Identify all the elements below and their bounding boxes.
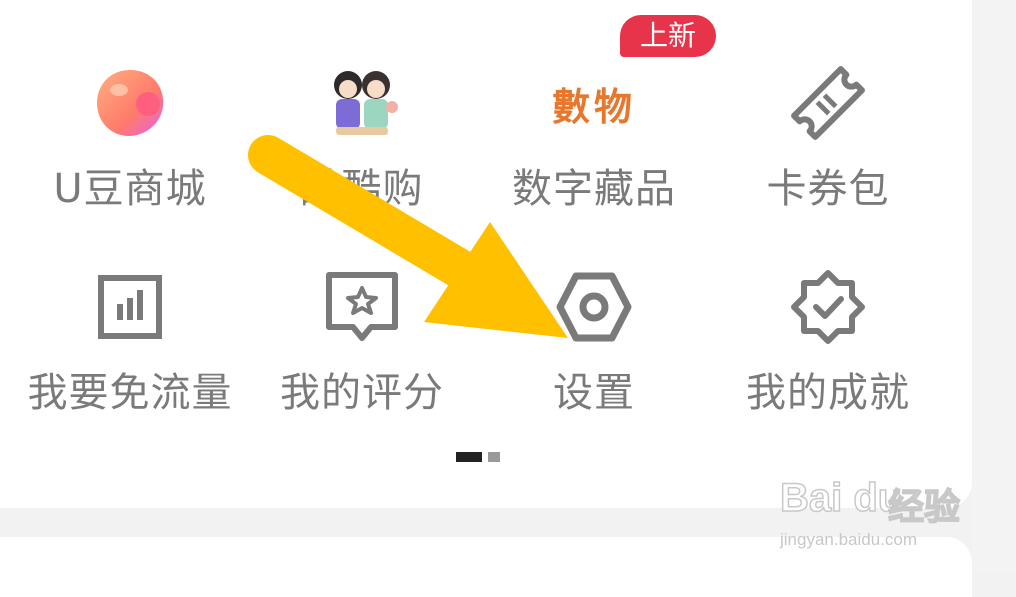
- page-dot[interactable]: [488, 452, 500, 462]
- grid-item-label: 设置: [553, 370, 635, 416]
- grid-item-udou-mall[interactable]: U豆商城: [10, 58, 250, 248]
- grid-item-achievements[interactable]: 我的成就: [708, 262, 948, 452]
- orange-bean-icon: [85, 58, 175, 148]
- grid-item-settings[interactable]: 设置: [474, 262, 714, 452]
- shuwu-logo-icon: 數物: [539, 58, 649, 148]
- grid-item-digital-collectibles[interactable]: 數物 数字藏品: [474, 58, 714, 248]
- hex-settings-icon: [549, 262, 639, 352]
- watermark-brand: Bai du: [779, 475, 903, 521]
- grid-item-label: 数字藏品: [512, 166, 676, 212]
- bar-chart-icon: [85, 262, 175, 352]
- menu-card: 上新 U豆商城 酷酷购 數物 数字藏品 卡券包 我要免流量 我的评分 设置 我的…: [0, 0, 972, 508]
- grid-item-label: 我的成就: [746, 370, 910, 416]
- new-badge: 上新: [620, 15, 716, 57]
- ticket-icon: [783, 58, 873, 148]
- watermark-url: jingyan.baidu.com: [780, 530, 918, 549]
- shuwu-logo-text: 數物: [551, 84, 636, 129]
- page-dot-active[interactable]: [456, 452, 482, 462]
- grid-item-label: 酷酷购: [300, 166, 424, 212]
- grid-item-label: U豆商城: [53, 166, 207, 212]
- watermark-cn: 经验: [887, 486, 961, 529]
- grid-item-card-voucher[interactable]: 卡券包: [708, 58, 948, 248]
- achievement-badge-icon: [783, 262, 873, 352]
- grid-item-my-rating[interactable]: 我的评分: [242, 262, 482, 452]
- anime-characters-icon: [317, 58, 407, 148]
- star-speech-bubble-icon: [317, 262, 407, 352]
- grid-item-free-data[interactable]: 我要免流量: [10, 262, 250, 452]
- grid-item-label: 我要免流量: [27, 370, 233, 416]
- grid-item-kukugou[interactable]: 酷酷购: [242, 58, 482, 248]
- grid-item-label: 卡券包: [766, 166, 890, 212]
- grid-item-label: 我的评分: [280, 370, 444, 416]
- side-strip: [972, 0, 1016, 572]
- baidu-jingyan-watermark: Bai du 经验 jingyan.baidu.com: [779, 462, 970, 557]
